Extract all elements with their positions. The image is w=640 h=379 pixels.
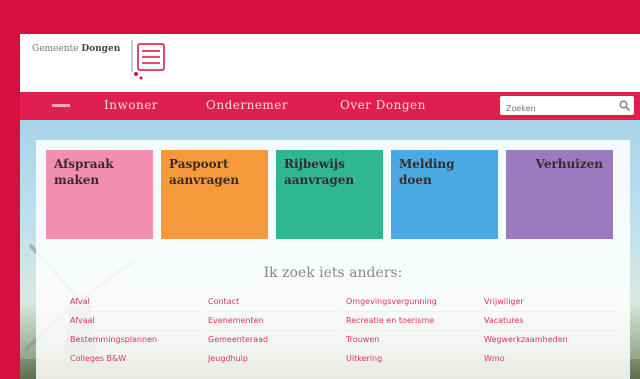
tile-line-2: aanvragen xyxy=(169,173,240,187)
link-wegwerkzaamheden[interactable]: Wegwerkzaamheden xyxy=(484,331,616,350)
tile-melding-doen[interactable]: Melding doen xyxy=(391,150,498,239)
link-afvaal[interactable]: Afvaal xyxy=(70,312,202,331)
search-input[interactable] xyxy=(500,99,610,118)
link-vacatures[interactable]: Vacatures xyxy=(484,312,616,331)
search-box xyxy=(500,96,634,118)
link-afval[interactable]: Afval xyxy=(70,293,202,312)
logo-name: Dongen xyxy=(81,44,121,54)
tile-line-1: Melding xyxy=(399,157,455,171)
home-icon[interactable] xyxy=(52,101,70,110)
tile-line-2: aanvragen xyxy=(284,173,355,187)
content-panel: Afspraak maken Paspoort aanvragen Rijbew… xyxy=(36,140,630,379)
tile-verhuizen[interactable]: Verhuizen xyxy=(506,150,613,239)
hero-section: Afspraak maken Paspoort aanvragen Rijbew… xyxy=(20,120,640,379)
browser-frame: Gemeente Dongen Inwoner Ondernemer Over … xyxy=(20,34,640,379)
link-recreatie[interactable]: Recreatie en toerisme xyxy=(346,312,478,331)
link-colleges-bw[interactable]: Colleges B&W xyxy=(70,350,202,369)
search-icon[interactable] xyxy=(619,100,630,111)
tile-line-1: Paspoort xyxy=(169,157,229,171)
link-vrijwiliger[interactable]: Vrijwiliger xyxy=(484,293,616,312)
tile-line-1: Verhuizen xyxy=(535,157,603,171)
logo-prefix: Gemeente xyxy=(32,44,79,54)
link-jeugdhulp[interactable]: Jeugdhulp xyxy=(208,350,340,369)
tile-line-1: Afspraak xyxy=(54,157,114,171)
nav-ondernemer[interactable]: Ondernemer xyxy=(206,98,288,112)
site-logo[interactable]: Gemeente Dongen xyxy=(32,44,120,54)
link-uitkering[interactable]: Uitkering xyxy=(346,350,478,369)
crest-icon xyxy=(131,40,165,80)
tile-line-1: Rijbewijs xyxy=(284,157,345,171)
tile-afspraak-maken[interactable]: Afspraak maken xyxy=(46,150,153,239)
nav-inwoner[interactable]: Inwoner xyxy=(104,98,158,112)
link-gemeenteraad[interactable]: Gemeenteraad xyxy=(208,331,340,350)
link-trouwen[interactable]: Trouwen xyxy=(346,331,478,350)
main-nav: Inwoner Ondernemer Over Dongen xyxy=(20,92,640,120)
tile-line-2: maken xyxy=(54,173,100,187)
link-contact[interactable]: Contact xyxy=(208,293,340,312)
links-column-3: Omgevingsvergunning Recreatie en toerism… xyxy=(346,293,478,369)
link-omgevingsvergunning[interactable]: Omgevingsvergunning xyxy=(346,293,478,312)
links-column-4: Vrijwiliger Vacatures Wegwerkzaamheden W… xyxy=(484,293,616,369)
other-heading: Ik zoek iets anders: xyxy=(263,265,403,281)
tile-paspoort-aanvragen[interactable]: Paspoort aanvragen xyxy=(161,150,268,239)
links-column-1: Afval Afvaal Bestemmingsplannen Colleges… xyxy=(70,293,202,369)
site-header: Gemeente Dongen xyxy=(20,34,640,92)
link-evenementen[interactable]: Evenementen xyxy=(208,312,340,331)
link-bestemmingsplannen[interactable]: Bestemmingsplannen xyxy=(70,331,202,350)
nav-over-dongen[interactable]: Over Dongen xyxy=(340,98,426,112)
tile-rijbewijs-aanvragen[interactable]: Rijbewijs aanvragen xyxy=(276,150,383,239)
tile-line-2: doen xyxy=(399,173,432,187)
link-wmo[interactable]: Wmo xyxy=(484,350,616,369)
links-column-2: Contact Evenementen Gemeenteraad Jeugdhu… xyxy=(208,293,340,369)
